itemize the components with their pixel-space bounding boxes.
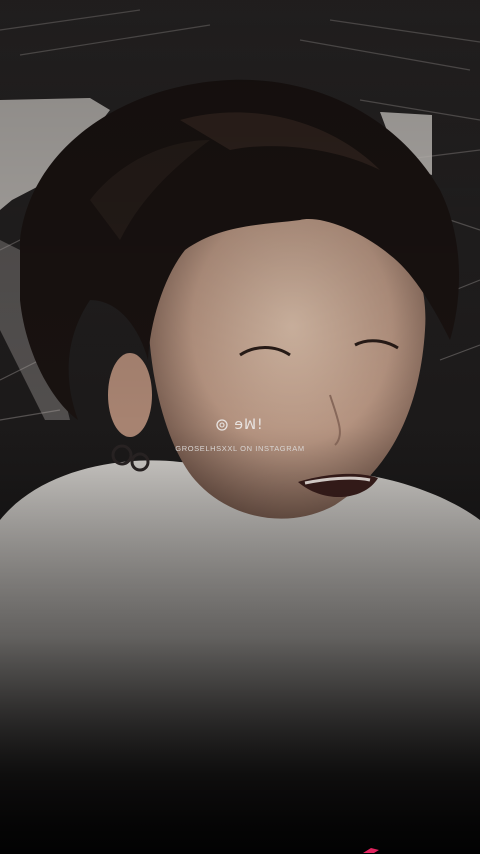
watermark-logo: ɘꟽ! — [216, 414, 263, 436]
watermark: ɘꟽ! GROSELHSXXL ON INSTAGRAM — [0, 414, 480, 453]
corner-accent-mark — [363, 848, 379, 853]
watermark-handle: GROSELHSXXL ON INSTAGRAM — [175, 444, 305, 453]
circle-glyph-icon — [216, 419, 228, 431]
watermark-logo-text: ɘꟽ! — [234, 417, 264, 433]
video-frame: ɘꟽ! GROSELHSXXL ON INSTAGRAM — [0, 0, 480, 854]
